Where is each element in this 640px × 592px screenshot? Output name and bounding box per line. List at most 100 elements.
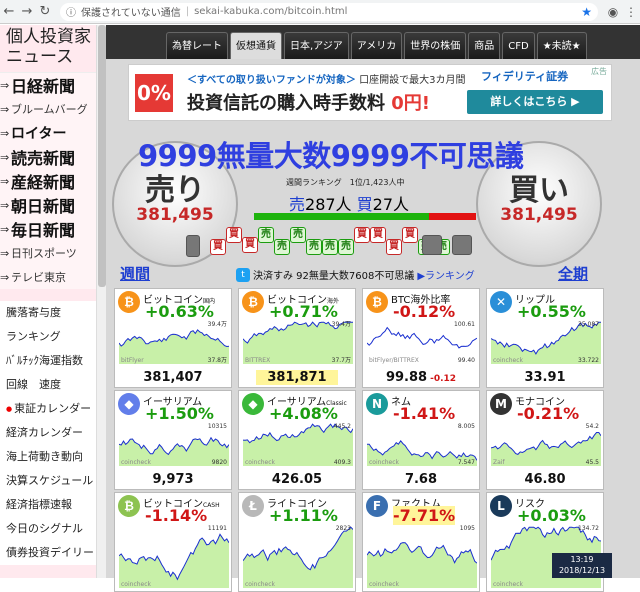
forward-icon[interactable]: → xyxy=(18,4,36,19)
arrow-icon: ⇒ xyxy=(0,126,10,140)
coin-card[interactable]: ◆ イーサリアム +1.50% 10315 9820 coincheck 9,973 xyxy=(114,390,232,490)
news-link[interactable]: ⇒ ブルームバーグ xyxy=(0,97,96,121)
taskbar-clock: 13:19 2018/12/13 xyxy=(552,553,612,578)
news-link[interactable]: ⇒ 朝日新聞 xyxy=(0,193,96,217)
tab-item[interactable]: 仮想通貨 xyxy=(230,32,282,59)
price-chart: 8.005 7.547 coincheck xyxy=(367,423,477,466)
coin-card[interactable]: ₿ ビットコインCASH -1.14% 11191 coincheck xyxy=(114,492,232,592)
sidebar-menu-item[interactable]: 債券投資デイリー xyxy=(0,541,96,565)
ad-tag[interactable]: 広告 xyxy=(591,66,607,77)
site-title-line1: 個人投資家 xyxy=(6,27,91,47)
coin-card[interactable]: ✕ リップル +0.55% 35.087 33.722 coincheck 33.91 xyxy=(486,288,604,388)
tab-item[interactable]: 世界の株価 xyxy=(404,32,467,59)
coin-price: 99.88 -0.12 xyxy=(363,370,479,385)
bookmark-star-icon[interactable]: ★ xyxy=(581,5,592,19)
news-link[interactable]: ⇒ 読売新聞 xyxy=(0,145,96,169)
chart-area xyxy=(491,432,601,466)
url-text[interactable]: sekai-kabuka.com/bitcoin.html xyxy=(194,6,347,17)
ad-line2-text: 投資信託の購入時手数料 xyxy=(187,93,392,114)
sidebar-menu-item[interactable]: 東証カレンダー xyxy=(0,397,96,421)
chart-source-label: coincheck xyxy=(493,581,524,588)
weekly-link[interactable]: 週間 xyxy=(120,263,150,284)
ad-banner[interactable]: 0% ＜すべての取り扱いファンドが対象＞ 口座開設で最大3カ月間 投資信託の購入… xyxy=(128,64,612,121)
clock-date: 2018/12/13 xyxy=(558,566,606,575)
news-link[interactable]: ⇒ 毎日新聞 xyxy=(0,217,96,241)
chart-source-label: coincheck xyxy=(493,357,524,364)
chart-source-label: BITTREX xyxy=(245,357,270,364)
sell-count: 287人 xyxy=(305,195,352,214)
arrow-icon: ⇒ xyxy=(0,222,10,236)
all-period-link[interactable]: 全期 xyxy=(558,263,588,284)
sell-block: 売 xyxy=(258,227,274,243)
neutral-block xyxy=(186,235,200,257)
tab-item[interactable]: CFD xyxy=(502,32,535,59)
news-link[interactable]: ⇒ 日刊スポーツ xyxy=(0,241,96,265)
arrow-icon: ⇒ xyxy=(0,174,10,188)
back-icon[interactable]: ← xyxy=(0,4,18,19)
news-link[interactable]: ⇒ 産経新聞 xyxy=(0,169,96,193)
ad-line2: 投資信託の購入時手数料 0円! xyxy=(187,89,430,115)
tab-item[interactable]: 日本,アジア xyxy=(284,32,349,59)
address-bar[interactable]: ⓘ 保護されていない通信 | sekai-kabuka.com/bitcoin.… xyxy=(60,2,598,21)
sidebar-menu-item[interactable]: 回線 速度 xyxy=(0,373,96,397)
chart-source-label: coincheck xyxy=(121,459,152,466)
reload-icon[interactable]: ↻ xyxy=(36,4,54,19)
arrow-icon: ⇒ xyxy=(0,102,10,116)
coin-card[interactable]: F ファクトム -7.71% 1095 coincheck xyxy=(362,492,480,592)
chart-lo-label: 7.547 xyxy=(458,459,475,466)
sidebar-menu-item[interactable]: 海上荷動き動向 xyxy=(0,445,96,469)
tab-item[interactable]: ★未読★ xyxy=(536,32,587,59)
news-link[interactable]: ⇒ テレビ東京 xyxy=(0,265,96,289)
bitcoin-icon: ₿ xyxy=(366,291,388,313)
news-link[interactable]: ⇒ ロイター xyxy=(0,121,96,145)
chart-lo-label: 37.8万 xyxy=(208,357,227,364)
coin-card[interactable]: ₿ BTC海外比率 -0.12% 100.61 99.40 bitFlyer/BITTRE… xyxy=(362,288,480,388)
price-chart: 445.2 409.3 coincheck xyxy=(243,423,353,466)
sidebar-menu-item[interactable]: 経済カレンダー xyxy=(0,421,96,445)
sidebar-menu-item[interactable]: 経済指標速報 xyxy=(0,493,96,517)
menu-icon[interactable]: ⋮ xyxy=(622,5,640,19)
sidebar-menu-item[interactable]: 今日のシグナル xyxy=(0,517,96,541)
coin-change: -0.21% xyxy=(517,404,580,423)
coin-card[interactable]: ₿ ビットコイン海外 +0.71% 39.4万 37.7万 BITTREX 381,871 xyxy=(238,288,356,388)
chart-source-label: coincheck xyxy=(245,581,276,588)
sidebar-menu-item[interactable]: ﾊﾞﾙﾁｯｸ海運指数 xyxy=(0,349,96,373)
buy-block: 買 xyxy=(242,237,258,253)
twitter-icon[interactable]: t xyxy=(236,267,250,282)
sell-block: 売 xyxy=(306,239,322,255)
bitcoin-icon: ₿ xyxy=(118,291,140,313)
coin-card[interactable]: N ネム -1.41% 8.005 7.547 coincheck 7.68 xyxy=(362,390,480,490)
chart-hi-label: 2823 xyxy=(336,525,351,532)
site-title[interactable]: 個人投資家 ニュース xyxy=(0,25,96,73)
info-icon[interactable]: ⓘ xyxy=(66,4,76,19)
tab-item[interactable]: 商品 xyxy=(468,32,501,59)
sidebar-menu-item[interactable]: 決算スケジュール xyxy=(0,469,96,493)
coin-card[interactable]: M モナコイン -0.21% 54.2 45.5 Zaif 46.80 xyxy=(486,390,604,490)
coin-card[interactable]: Ł ライトコイン +1.11% 2823 coincheck xyxy=(238,492,356,592)
ad-brand: フィデリティ証券 xyxy=(481,70,569,83)
sidebar-menu-item[interactable]: ランキング xyxy=(0,325,96,349)
sidebar-scrollbar[interactable] xyxy=(96,25,106,578)
chart-hi-label: 39.4万 xyxy=(332,321,351,328)
scrollbar-thumb[interactable] xyxy=(98,25,106,287)
ranking-link[interactable]: ▶ランキング xyxy=(417,267,474,282)
news-link[interactable]: ⇒ 日経新聞 xyxy=(0,73,96,97)
chart-lo-label: 409.3 xyxy=(334,459,351,466)
tab-item[interactable]: アメリカ xyxy=(350,32,403,59)
arrow-icon: ⇒ xyxy=(0,150,10,164)
main-content: 為替レート 仮想通貨 日本,アジア アメリカ 世界の株価 商品 CFD ★未読★ 0% ＜すべ… xyxy=(106,25,640,592)
price-chart: 11191 coincheck xyxy=(119,525,229,588)
buy-block: 買 xyxy=(210,239,226,255)
ad-more-button[interactable]: 詳しくはこちら ▶ xyxy=(467,90,603,114)
news-link-label: 読売新聞 xyxy=(11,149,76,168)
coin-change: -7.71% xyxy=(393,506,456,525)
sidebar-menu-item[interactable]: 騰落寄与度 xyxy=(0,301,96,325)
tab-item[interactable]: 為替レート xyxy=(166,32,228,59)
chart-hi-label: 445.2 xyxy=(334,423,351,430)
coin-price-sub: -0.12 xyxy=(430,374,457,384)
account-icon[interactable]: ◉ xyxy=(604,5,622,19)
coin-card[interactable]: ₿ ビットコイン国内 +0.63% 39.4万 37.8万 bitFlyer 381,407 xyxy=(114,288,232,388)
sell-ratio-fill xyxy=(254,213,430,220)
coin-card[interactable]: ◆ イーサリアムClassic +4.08% 445.2 409.3 coincheck 4… xyxy=(238,390,356,490)
ethereum-classic-icon: ◆ xyxy=(242,393,264,415)
